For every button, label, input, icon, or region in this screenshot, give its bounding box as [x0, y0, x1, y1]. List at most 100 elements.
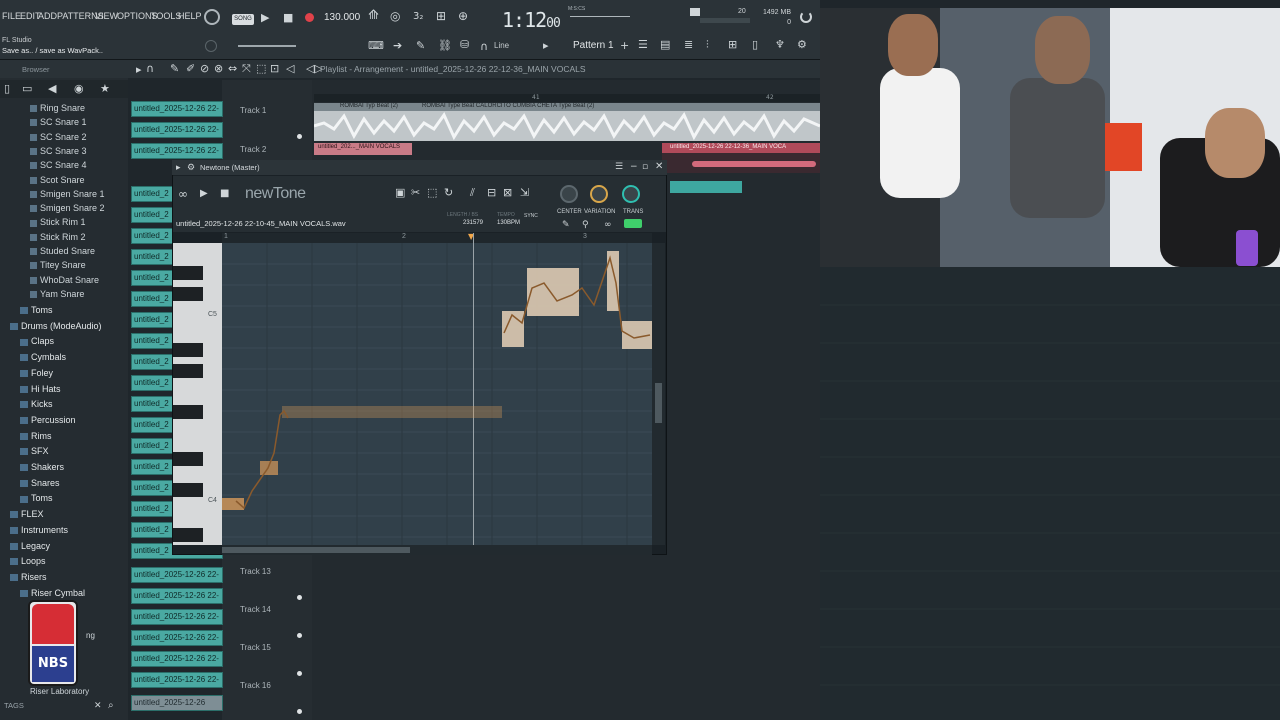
track-label[interactable]: Track 1 [240, 106, 266, 115]
channel-button[interactable]: untitled_2025-12-26 22- [131, 588, 223, 604]
search-icon[interactable]: ⌕ [108, 700, 114, 712]
black-key[interactable] [173, 266, 203, 280]
track-label[interactable]: Track 15 [240, 643, 271, 652]
playlist-icon[interactable]: ☰ [638, 39, 648, 51]
browser-file[interactable]: Titey Snare [30, 260, 86, 270]
step-edit-icon[interactable]: ⊞ [436, 10, 446, 22]
black-key[interactable] [173, 343, 203, 357]
channel-button[interactable]: untitled_2025-12-26 22- [131, 609, 223, 625]
power-icon[interactable] [800, 11, 812, 23]
browser-icon[interactable]: ▯ [752, 39, 758, 51]
star-icon[interactable]: ★ [100, 83, 110, 95]
snap-selector[interactable]: Line [494, 41, 509, 50]
close-icon[interactable]: ✕ [655, 161, 663, 173]
browser-folder[interactable]: Snares [20, 478, 60, 488]
browser-folder[interactable]: Hi Hats [20, 384, 61, 394]
play-icon[interactable]: ▶ [261, 12, 269, 24]
close-icon[interactable]: ✕ [94, 700, 102, 712]
browser-folder[interactable]: Drums (ModeAudio) [10, 321, 102, 331]
song-mode-toggle[interactable]: SONG [232, 14, 254, 25]
snap-icon[interactable]: ⚲ [582, 219, 589, 231]
variation-knob[interactable] [590, 185, 608, 203]
browser-file[interactable]: WhoDat Snare [30, 275, 99, 285]
browser-file[interactable]: SC Snare 2 [30, 132, 87, 142]
tags-label[interactable]: TAGS [4, 701, 24, 710]
black-key[interactable] [173, 405, 203, 419]
track-mute-led[interactable] [297, 671, 302, 676]
scroll-thumb[interactable] [655, 383, 662, 423]
link-icon[interactable]: ∞ [604, 219, 612, 231]
slice-icon[interactable]: ⫽ [470, 187, 475, 199]
browser-file[interactable]: Smigen Snare 1 [30, 189, 105, 199]
collapse-icon[interactable]: ▯ [4, 83, 10, 95]
link-icon[interactable]: ⛓ [438, 40, 452, 52]
audio-clip-vocal-2[interactable]: untitled_2025-12-26 22-12-36_MAIN VOCA [662, 143, 820, 173]
browser-file[interactable]: Yam Snare [30, 289, 84, 299]
browser-file[interactable]: Ring Snare [30, 103, 85, 113]
arrow-right-icon[interactable]: ➔ [393, 40, 402, 52]
browser-folder[interactable]: Risers [10, 572, 47, 582]
record-icon[interactable] [305, 13, 314, 22]
master-volume-slider[interactable] [238, 45, 296, 47]
brush-icon[interactable]: ✎ [416, 40, 425, 52]
browser-partial-item[interactable]: Riser Laboratory [30, 687, 89, 696]
browser-folder[interactable]: Foley [20, 368, 53, 378]
loop-icon[interactable]: ∞ [178, 188, 188, 200]
browser-folder[interactable]: Cymbals [20, 352, 66, 362]
track-label[interactable]: Track 14 [240, 605, 271, 614]
master-pitch-slider[interactable] [570, 16, 630, 17]
track-label[interactable]: Track 13 [240, 567, 271, 576]
trans-knob[interactable] [622, 185, 640, 203]
piano-keyboard-icon[interactable]: ⌨ [368, 40, 384, 52]
track-mute-led[interactable] [297, 709, 302, 714]
channel-button[interactable]: untitled_2025-12-26 22- [131, 672, 223, 688]
tempo-display[interactable]: 130.000 [324, 12, 360, 23]
save-icon[interactable]: ▣ [395, 187, 405, 199]
browser-folder[interactable]: Toms [20, 305, 53, 315]
magnet-icon[interactable]: ∩ [480, 41, 488, 53]
playback-icon[interactable]: ◁ [286, 63, 294, 75]
select-icon[interactable]: ⬚ [256, 63, 266, 75]
add-pattern-icon[interactable]: + [620, 40, 629, 52]
black-key[interactable] [173, 364, 203, 378]
menu-help[interactable]: HELP [178, 11, 202, 21]
zoom-icon[interactable]: ⊡ [270, 63, 279, 75]
menu-view[interactable]: VIEW [95, 11, 118, 21]
select-icon[interactable]: ⬚ [427, 187, 437, 199]
arrow-icon[interactable]: ▸ [136, 64, 142, 76]
browser-folder[interactable]: Instruments [10, 525, 68, 535]
browser-file[interactable]: SC Snare 4 [30, 160, 87, 170]
track-mute-led[interactable] [297, 633, 302, 638]
mute-icon[interactable]: ⊗ [214, 63, 223, 75]
browser-folder[interactable]: SFX [20, 446, 49, 456]
track-label[interactable]: Track 2 [240, 145, 266, 154]
edit-icon[interactable]: ✎ [562, 219, 570, 231]
black-key[interactable] [173, 452, 203, 466]
stamp-icon[interactable]: ⛁ [460, 39, 469, 51]
browser-file[interactable]: SC Snare 3 [30, 146, 87, 156]
pattern-song-dial-icon[interactable] [204, 9, 220, 25]
automation-clip[interactable] [670, 181, 742, 193]
vertical-scrollbar[interactable] [652, 243, 665, 545]
channel-button[interactable]: untitled_2025-12-26 22- [131, 122, 223, 138]
menu-icon[interactable]: ☰ [615, 161, 623, 173]
channel-button[interactable]: untitled_2025-12-26 22- [131, 630, 223, 646]
browser-file[interactable]: Studed Snare [30, 246, 95, 256]
horizontal-scrollbar[interactable] [222, 545, 652, 555]
channel-rack-icon[interactable]: ▤ [660, 39, 670, 51]
browser-folder[interactable]: Percussion [20, 415, 76, 425]
browser-file[interactable]: Smigen Snare 2 [30, 203, 105, 213]
scroll-thumb[interactable] [222, 547, 410, 553]
channel-button[interactable]: untitled_2025-12-26 22- [131, 101, 223, 117]
cut-icon[interactable]: ✂ [411, 187, 420, 199]
audio-clip-beat[interactable]: ROMBAI Typ Beat (2) ROMBAI Type Beat CAL… [314, 103, 820, 141]
browser-file[interactable]: Scot Snare [30, 175, 85, 185]
time-tool-icon[interactable]: ⊠ [503, 187, 512, 199]
browser-folder[interactable]: Kicks [20, 399, 53, 409]
play-icon[interactable]: ▶ [200, 188, 208, 200]
loop-record-icon[interactable]: ⊕ [458, 10, 468, 22]
black-key[interactable] [173, 528, 203, 542]
browser-folder[interactable]: Loops [10, 556, 46, 566]
stop-icon[interactable]: ■ [220, 188, 229, 200]
draw-icon[interactable]: ✎ [170, 63, 179, 75]
